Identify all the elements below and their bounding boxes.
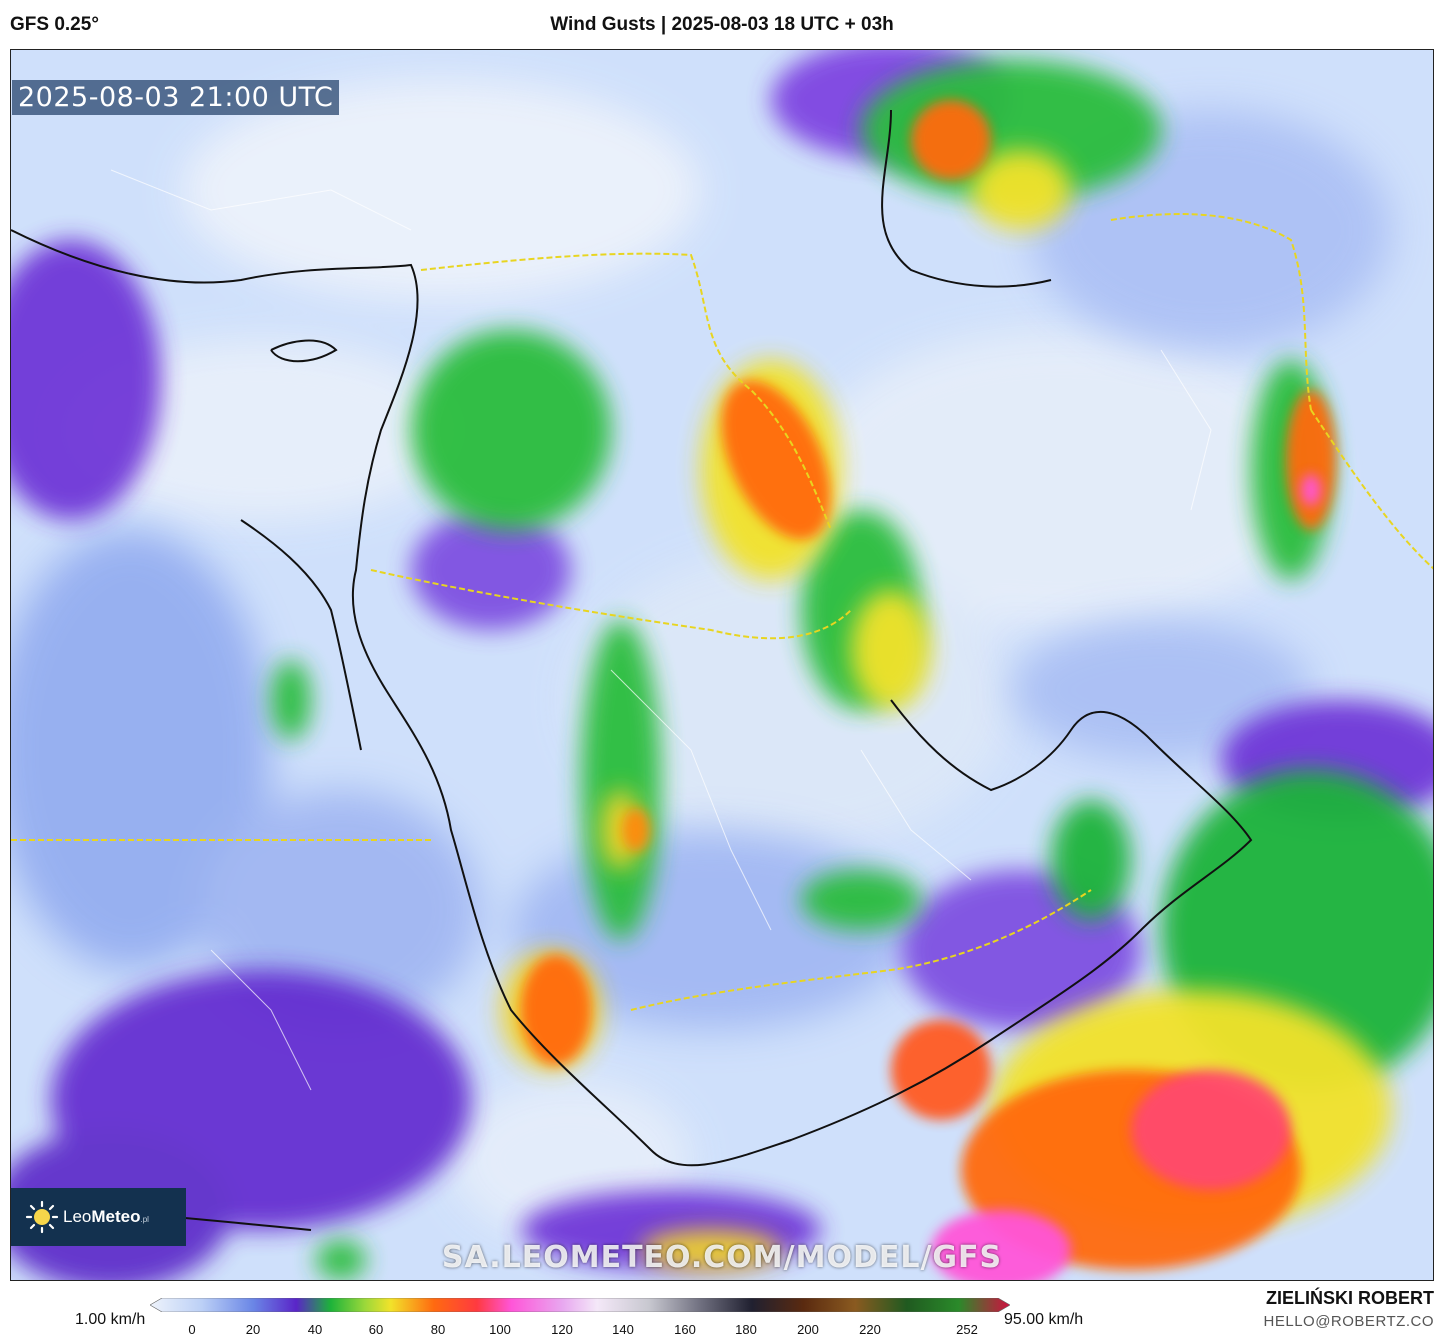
author-email[interactable]: HELLO@ROBERTZ.CO [1264, 1313, 1434, 1330]
sun-icon [25, 1200, 59, 1234]
leometeo-logo[interactable]: LeoMeteo.pl [11, 1188, 186, 1246]
logo-text: LeoMeteo.pl [63, 1207, 149, 1226]
colorbar-tick: 252 [956, 1322, 978, 1337]
colorbar-tick: 220 [859, 1322, 881, 1337]
colorbar-tick: 180 [735, 1322, 757, 1337]
colorbar-tick: 140 [612, 1322, 634, 1337]
wind-field-layer [11, 50, 1433, 1280]
colorbar-tick: 120 [551, 1322, 573, 1337]
colorbar-tick: 80 [430, 1322, 446, 1337]
colorbar [150, 1298, 1010, 1312]
author-name: ZIELIŃSKI ROBERT [1265, 1288, 1434, 1308]
colorbar-tick: 20 [245, 1322, 261, 1337]
colorbar-ticks: 0 20 40 60 80 100 120 140 160 180 200 22… [0, 1322, 1444, 1338]
colorbar-tick: 0 [188, 1322, 196, 1337]
site-watermark: SA.LEOMETEO.COM/MODEL/GFS [441, 1240, 1003, 1275]
colorbar-tick: 40 [307, 1322, 323, 1337]
colorbar-tick: 200 [797, 1322, 819, 1337]
wind-gust-map[interactable] [10, 49, 1434, 1281]
map-title: Wind Gusts | 2025-08-03 18 UTC + 03h [550, 14, 894, 35]
colorbar-tick: 60 [368, 1322, 384, 1337]
colorbar-tick: 100 [489, 1322, 511, 1337]
colorbar-tick: 160 [674, 1322, 696, 1337]
valid-time-badge: 2025-08-03 21:00 UTC [12, 80, 340, 115]
